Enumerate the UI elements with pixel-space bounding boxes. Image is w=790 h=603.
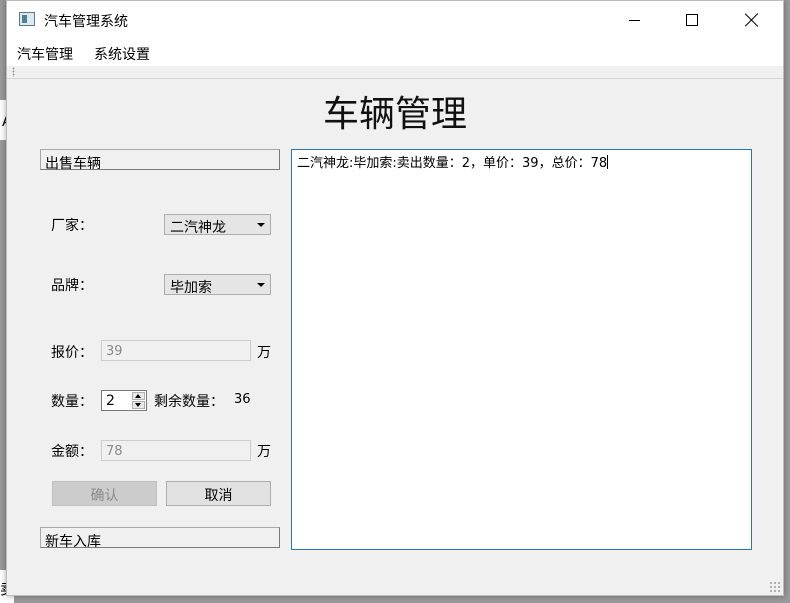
- quantity-stepper[interactable]: 2: [101, 390, 147, 411]
- manufacturer-value: 二汽神龙: [170, 220, 226, 236]
- manufacturer-label: 厂家：: [51, 218, 93, 234]
- chevron-down-icon: [257, 283, 265, 287]
- amount-unit: 万: [257, 444, 271, 460]
- toolbar: [7, 66, 783, 79]
- brand-label: 品牌：: [51, 278, 93, 294]
- maximize-button[interactable]: [663, 1, 721, 39]
- price-unit: 万: [257, 345, 271, 361]
- close-icon: [745, 13, 759, 27]
- close-button[interactable]: [723, 1, 781, 39]
- menu-car-management[interactable]: 汽车管理: [17, 44, 73, 64]
- brand-value: 毕加索: [170, 280, 212, 296]
- maximize-icon: [686, 14, 698, 26]
- manufacturer-select[interactable]: 二汽神龙: [164, 214, 271, 236]
- minimize-icon: [628, 19, 640, 21]
- minimize-button[interactable]: [605, 1, 663, 39]
- page-title: 车辆管理: [322, 94, 467, 135]
- text-caret: [607, 155, 609, 169]
- brand-select[interactable]: 毕加索: [164, 274, 271, 296]
- amount-field: 78: [101, 440, 251, 461]
- toolbar-grip-icon[interactable]: [12, 67, 15, 77]
- remaining-label: 剩余数量：: [154, 394, 224, 410]
- app-window-icon: [19, 12, 35, 26]
- chevron-down-icon: [257, 223, 265, 227]
- confirm-button[interactable]: 确认: [52, 481, 157, 506]
- new-stock-header[interactable]: 新车入库: [40, 527, 280, 550]
- amount-label: 金额：: [51, 444, 93, 460]
- cancel-button[interactable]: 取消: [166, 481, 271, 506]
- menu-system-settings[interactable]: 系统设置: [94, 44, 150, 64]
- log-textarea[interactable]: 二汽神龙:毕加索:卖出数量：2，单价：39，总价：78: [291, 149, 752, 550]
- price-label: 报价：: [51, 345, 93, 361]
- main-window: 汽车管理系统 汽车管理 系统设置 车辆管理 出售车辆 厂家： 二汽神龙 品牌： …: [6, 0, 784, 596]
- stepper-down-icon[interactable]: [132, 401, 145, 409]
- sell-vehicle-header[interactable]: 出售车辆: [40, 149, 280, 172]
- stepper-up-icon[interactable]: [132, 392, 145, 400]
- quantity-label: 数量：: [51, 394, 93, 410]
- window-title: 汽车管理系统: [44, 14, 128, 30]
- quantity-value: 2: [106, 393, 115, 409]
- price-field: 39: [101, 340, 251, 361]
- log-text: 二汽神龙:毕加索:卖出数量：2，单价：39，总价：78: [297, 156, 608, 171]
- title-bar[interactable]: 汽车管理系统: [7, 1, 783, 39]
- resize-grip-icon[interactable]: [769, 581, 781, 593]
- menu-bar: 汽车管理 系统设置: [7, 39, 783, 66]
- remaining-value: 36: [234, 392, 251, 407]
